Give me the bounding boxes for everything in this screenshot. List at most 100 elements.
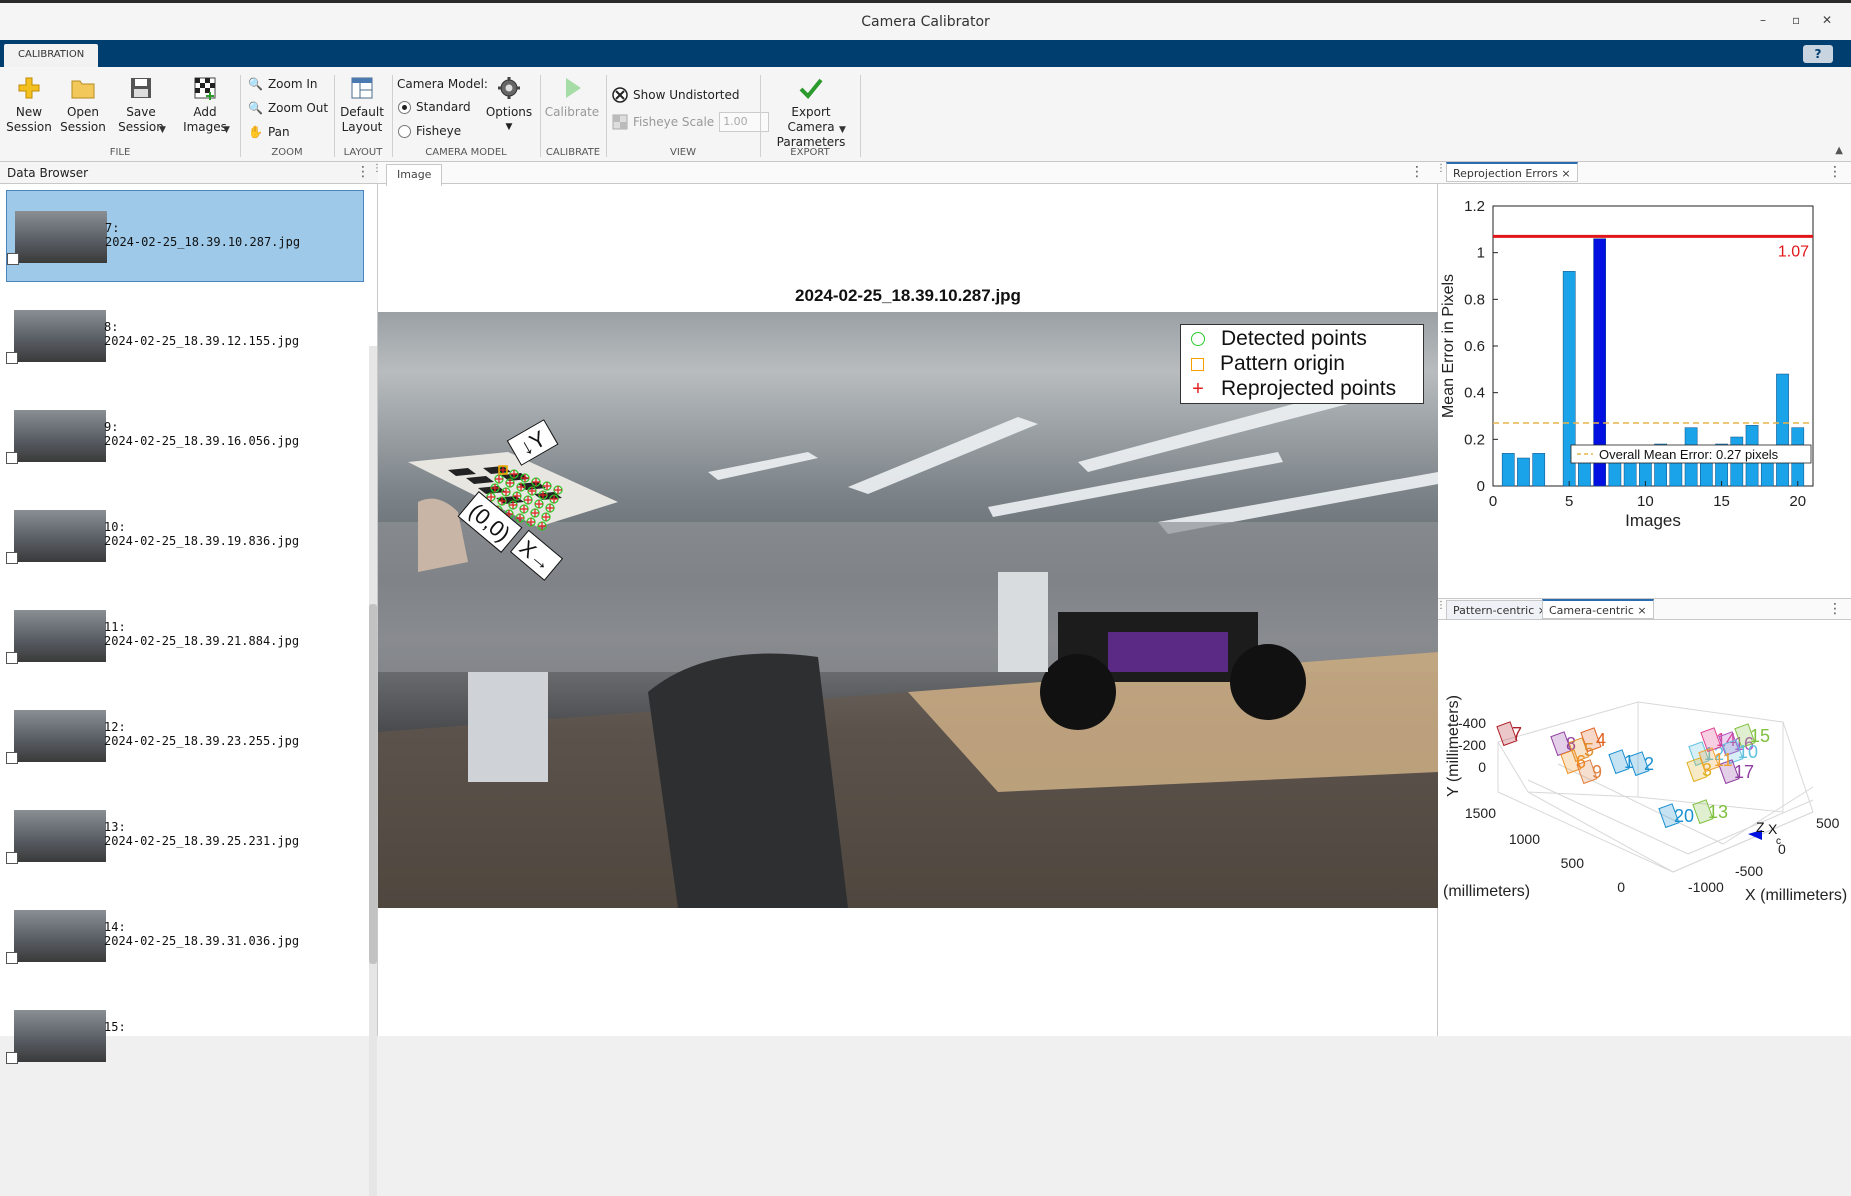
pan-label: Pan	[267, 125, 290, 139]
camera-z-label: Z	[1756, 819, 1765, 835]
reprojection-error-chart[interactable]: 1.07 Overall Mean Error: 0.27 pixels 0 0.2 0…	[1438, 186, 1851, 556]
image-list-text: 13: 2024-02-25_18.39.25.231.jpg	[104, 820, 299, 848]
image-thumbnail	[14, 910, 106, 962]
legend-origin: Pattern origin	[1191, 352, 1345, 376]
y-tick-label: 0.8	[1464, 291, 1485, 308]
default-layout-button[interactable]: Default Layout	[338, 75, 386, 135]
separator	[540, 75, 541, 157]
new-session-label: New Session	[6, 105, 52, 134]
show-undistorted-button[interactable]: Show Undistorted	[612, 87, 739, 103]
image-list-item[interactable]: 15:	[6, 990, 364, 1082]
more-options-icon[interactable]: ⋮	[356, 164, 370, 180]
pan-button[interactable]: ✋ Pan	[248, 125, 290, 139]
tab-calibration[interactable]: CALIBRATION	[4, 44, 99, 67]
panel-menu-icon[interactable]: ⋮	[372, 163, 382, 174]
close-window-button[interactable]: ✕	[1822, 13, 1832, 27]
options-button[interactable]: Options ▼	[484, 75, 534, 135]
image-list-text: 10: 2024-02-25_18.39.19.836.jpg	[104, 520, 299, 548]
panel-menu-icon[interactable]: ⋮	[1436, 163, 1446, 174]
play-icon	[566, 78, 581, 98]
image-filename: 2024-02-25_18.39.16.056.jpg	[104, 434, 300, 448]
standard-label: Standard	[416, 100, 471, 114]
image-index: 8:	[104, 320, 119, 334]
y-axis-title: Mean Error in Pixels	[1440, 274, 1457, 418]
file-section-label: FILE	[109, 147, 131, 158]
separator	[760, 75, 761, 157]
image-list-item[interactable]: 8: 2024-02-25_18.39.12.155.jpg	[6, 290, 364, 382]
image-list-item[interactable]: 12: 2024-02-25_18.39.23.255.jpg	[6, 690, 364, 782]
extrinsics-more-options-icon[interactable]: ⋮	[1828, 601, 1842, 617]
image-index: 10:	[104, 520, 126, 534]
calibrate-button[interactable]: Calibrate	[544, 75, 600, 120]
checkerboard-icon	[7, 253, 19, 265]
tab-pattern-centric[interactable]: Pattern-centric ×	[1446, 600, 1554, 620]
collapse-toolstrip-icon[interactable]: ▲	[1835, 145, 1843, 156]
add-images-dropdown-icon[interactable]: ▼	[223, 125, 230, 135]
window-title: Camera Calibrator	[861, 13, 990, 30]
tab-reprojection-errors[interactable]: Reprojection Errors ×	[1446, 162, 1578, 182]
image-list-item[interactable]: 9: 2024-02-25_18.39.16.056.jpg	[6, 390, 364, 482]
scrollbar-thumb[interactable]	[369, 604, 377, 964]
data-browser-scrollbar[interactable]	[369, 346, 377, 1196]
threshold-label: 1.07	[1778, 243, 1809, 260]
save-dropdown-icon[interactable]: ▼	[159, 125, 166, 135]
export-camera-parameters-button[interactable]: Export Camera Parameters	[766, 75, 856, 150]
extrinsics-plot[interactable]: 7 8 451 26 912141615103 1720 1311 Z X c -400 -…	[1438, 622, 1851, 1034]
image-list-item[interactable]: 7: 2024-02-25_18.39.10.287.jpg	[6, 190, 364, 282]
zoom-out-icon: 🔍	[248, 101, 263, 115]
separator	[334, 75, 335, 157]
image-list-item[interactable]: 13: 2024-02-25_18.39.25.231.jpg	[6, 790, 364, 882]
standard-radio[interactable]: Standard	[398, 100, 471, 114]
new-session-button[interactable]: New Session	[6, 75, 52, 135]
x-axis-title: X (millimeters)	[1745, 887, 1847, 904]
origin-marker-icon	[1191, 357, 1204, 371]
x-tick-label: 0	[1489, 493, 1497, 510]
fisheye-radio[interactable]: Fisheye	[398, 124, 461, 138]
camera-model-title: Camera Model:	[397, 77, 488, 91]
save-session-label: Save Session	[118, 105, 164, 134]
checkerboard-icon	[6, 952, 18, 964]
restore-button[interactable]: ▫	[1792, 13, 1800, 27]
image-thumbnail	[14, 410, 106, 462]
z-tick: 1500	[1465, 805, 1496, 821]
x-tick: 500	[1816, 815, 1840, 831]
detected-marker-icon	[1191, 332, 1205, 346]
close-tab-icon[interactable]: ×	[1561, 167, 1570, 180]
image-index: 13:	[104, 820, 126, 834]
open-session-button[interactable]: Open Session	[60, 75, 106, 135]
calibration-image[interactable]: ↓Y (0,0) X→ Detected points Pattern orig…	[378, 312, 1438, 908]
tab-camera-centric[interactable]: Camera-centric ×	[1542, 599, 1654, 619]
image-more-options-icon[interactable]: ⋮	[1410, 164, 1424, 180]
image-thumbnail	[14, 610, 106, 662]
gear-icon	[498, 77, 520, 99]
minimize-button[interactable]: –	[1760, 13, 1766, 27]
image-list-text: 8: 2024-02-25_18.39.12.155.jpg	[104, 320, 299, 348]
image-list-item[interactable]: 14: 2024-02-25_18.39.31.036.jpg	[6, 890, 364, 982]
image-index: 11:	[104, 620, 126, 634]
export-section-label: EXPORT	[790, 147, 830, 158]
zoom-out-button[interactable]: 🔍 Zoom Out	[248, 101, 328, 115]
help-button[interactable]: ?	[1803, 45, 1833, 63]
image-thumbnail	[15, 211, 107, 263]
reprojection-more-options-icon[interactable]: ⋮	[1828, 164, 1842, 180]
image-index: 14:	[104, 920, 126, 934]
fisheye-scale-input[interactable]: 1.00	[719, 112, 770, 132]
z-axis-title: (millimeters)	[1443, 883, 1530, 900]
image-filename: 2024-02-25_18.39.31.036.jpg	[104, 934, 300, 948]
panel-menu-icon[interactable]: ⋮	[1436, 600, 1446, 611]
board-label: 2	[1644, 754, 1654, 774]
board-label: 10	[1738, 742, 1758, 762]
close-tab-icon[interactable]: ×	[1637, 604, 1646, 617]
save-icon	[131, 78, 151, 98]
tab-image[interactable]: Image	[386, 164, 443, 186]
mean-error-label: Overall Mean Error: 0.27 pixels	[1599, 447, 1779, 462]
reprojected-marker-icon: +	[1192, 378, 1204, 400]
z-tick: 500	[1561, 855, 1585, 871]
x-tick-label: 10	[1637, 493, 1654, 510]
legend-detected: Detected points	[1191, 327, 1367, 351]
zoom-in-button[interactable]: 🔍 Zoom In	[248, 77, 318, 91]
image-list-item[interactable]: 10: 2024-02-25_18.39.19.836.jpg	[6, 490, 364, 582]
image-list-item[interactable]: 11: 2024-02-25_18.39.21.884.jpg	[6, 590, 364, 682]
export-dropdown-icon[interactable]: ▼	[839, 125, 846, 135]
layout-icon	[351, 77, 373, 99]
